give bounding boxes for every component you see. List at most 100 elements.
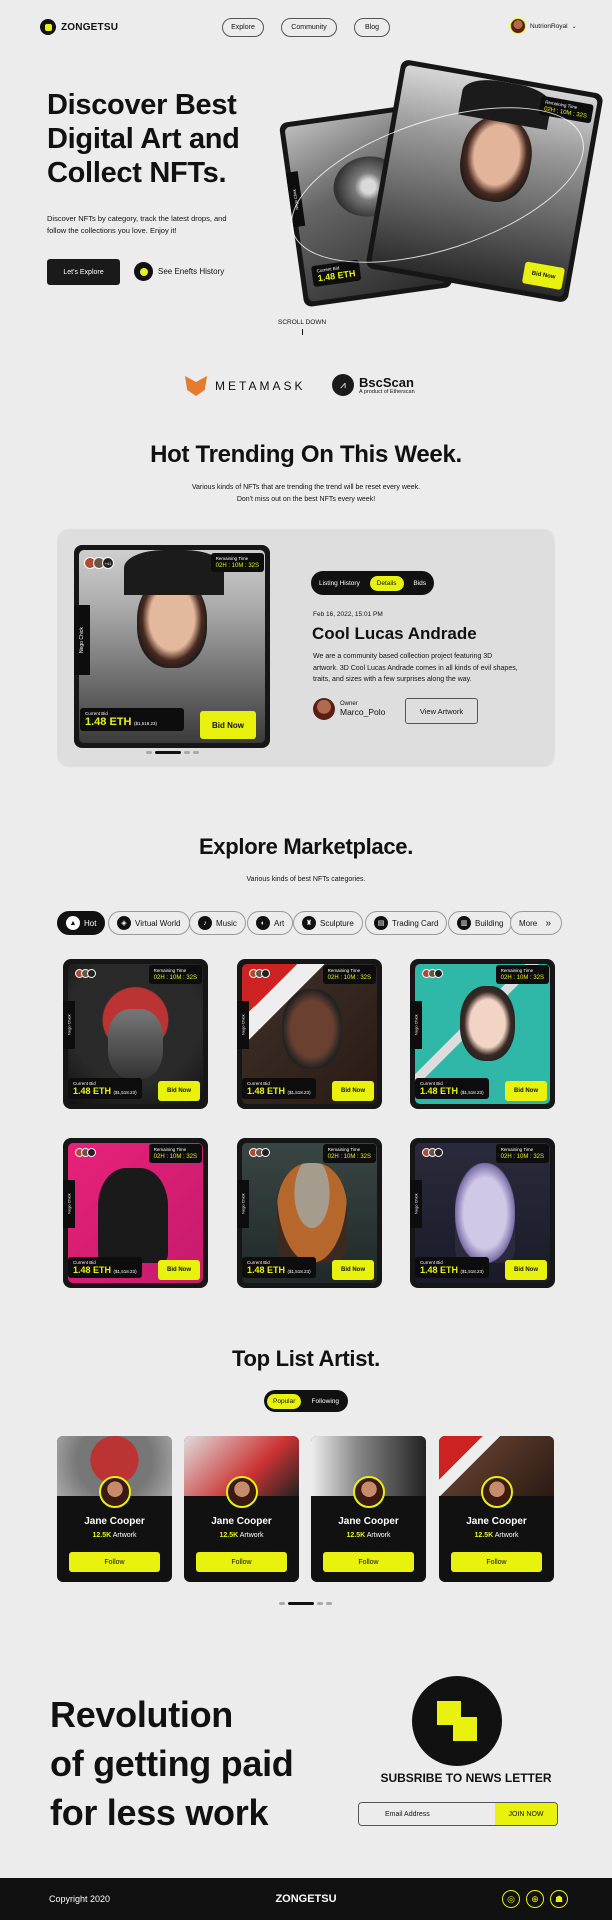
category-more[interactable]: More » xyxy=(510,911,563,935)
bid-now-button[interactable]: Bid Now xyxy=(200,711,256,739)
newsletter-headline: Revolution of getting paid for less work xyxy=(50,1690,294,1837)
tab-listing-history[interactable]: Listing History xyxy=(315,580,364,587)
tab-bids[interactable]: Bids xyxy=(409,580,430,587)
tab-following[interactable]: Following xyxy=(306,1398,345,1405)
artist-stats: 12.5K Artwork xyxy=(439,1532,554,1539)
category-virtual-world[interactable]: ◈ Virtual World xyxy=(108,911,190,935)
scroll-down[interactable]: SCROLL DOWN xyxy=(278,318,326,335)
nft-card[interactable]: Remaining Time 02H : 10M : 32S Nego Chick… xyxy=(237,1138,382,1288)
brand-logo[interactable]: ZONGETSU xyxy=(40,19,118,35)
trending-sub-line: Don't miss out on the best NFTs every we… xyxy=(236,496,376,503)
user-name: NutrionRoyal xyxy=(530,22,568,30)
artist-card[interactable]: Jane Cooper 12.5K Artwork Follow xyxy=(184,1436,299,1582)
follow-button[interactable]: Follow xyxy=(323,1552,414,1572)
hero-desc-line: Discover NFTs by category, track the lat… xyxy=(47,214,227,223)
bid-amount: 1.48 ETH xyxy=(73,1265,112,1275)
bid-usd: ($1,518.23) xyxy=(287,1090,311,1095)
artist-card[interactable]: Jane Cooper 12.5K Artwork Follow xyxy=(311,1436,426,1582)
hero-description: Discover NFTs by category, track the lat… xyxy=(47,213,227,237)
category-art[interactable]: ◐ Art xyxy=(247,911,294,935)
avatar-count: +41 xyxy=(102,557,114,569)
current-bid: Current Bid 1.48 ETH ($1,518.23) xyxy=(80,708,184,731)
nft-card[interactable]: Remaining Time 02H : 10M : 32S Nego Chick… xyxy=(410,959,555,1109)
nft-card[interactable]: Remaining Time 02H : 10M : 32S Nego Chick… xyxy=(63,1138,208,1288)
remaining-value: 02H : 10M : 32S xyxy=(327,1154,371,1160)
building-icon: ▥ xyxy=(457,916,471,930)
carousel-dots[interactable] xyxy=(279,1602,332,1605)
artist-unit: Artwork xyxy=(112,1532,137,1539)
scroll-indicator xyxy=(301,329,303,335)
nft-card[interactable]: Remaining Time 02H : 10M : 32S Nego Chick… xyxy=(237,959,382,1109)
bid-value: 1.48 ETH ($1,518.23) xyxy=(73,1265,137,1275)
bid-now-button[interactable]: Bid Now xyxy=(158,1081,200,1101)
remaining-label: Remaining Time xyxy=(215,556,249,561)
bid-now-button[interactable]: Bid Now xyxy=(332,1260,374,1280)
history-link[interactable]: See Enefts History xyxy=(134,262,224,281)
listing-desc-line: We are a community based collection proj… xyxy=(313,653,493,660)
bscscan-sub: A product of Etherscan xyxy=(359,388,415,395)
follow-button[interactable]: Follow xyxy=(69,1552,160,1572)
carousel-dots[interactable] xyxy=(146,751,199,754)
bid-now-button[interactable]: Bid Now xyxy=(332,1081,374,1101)
tab-popular[interactable]: Popular xyxy=(267,1393,302,1409)
artist-card[interactable]: Jane Cooper 12.5K Artwork Follow xyxy=(57,1436,172,1582)
category-hot[interactable]: ▲ Hot xyxy=(57,911,106,935)
remaining-label: Remaining Time xyxy=(500,1147,534,1152)
category-trading-card[interactable]: ▤ Trading Card xyxy=(365,911,448,935)
remaining-time: Remaining Time 02H : 10M : 32S xyxy=(495,1144,549,1163)
nav-community[interactable]: Community xyxy=(281,18,337,37)
join-button[interactable]: JOIN NOW xyxy=(495,1803,557,1825)
artist-count: 12.5K xyxy=(219,1532,239,1539)
category-music[interactable]: ♪ Music xyxy=(189,911,246,935)
artist-count: 12.5K xyxy=(92,1532,112,1539)
trending-sub-line: Various kinds of NFTs that are trending … xyxy=(191,484,421,491)
remaining-label: Remaining Time xyxy=(500,968,534,973)
headline-line: for less work xyxy=(50,1792,269,1833)
explore-button[interactable]: Let's Explore xyxy=(47,259,120,285)
nav-blog[interactable]: Blog xyxy=(354,18,390,37)
trending-subtitle: Various kinds of NFTs that are trending … xyxy=(0,482,612,506)
bid-value: 1.48 ETH ($1,518.23) xyxy=(247,1265,311,1275)
artist-stats: 12.5K Artwork xyxy=(311,1532,426,1539)
artist-card[interactable]: Jane Cooper 12.5K Artwork Follow xyxy=(439,1436,554,1582)
tab-details[interactable]: Details xyxy=(369,575,404,591)
card-side-tag: Nego Chick xyxy=(237,1180,249,1228)
follow-button[interactable]: Follow xyxy=(451,1552,542,1572)
avatar xyxy=(353,1476,385,1508)
card-side-tag: Nego Chick xyxy=(237,1001,249,1049)
dribbble-icon[interactable]: ⊕ xyxy=(526,1890,544,1908)
nft-card[interactable]: Remaining Time 02H : 10M : 32S Nego Chick… xyxy=(410,1138,555,1288)
email-input[interactable]: Email Address xyxy=(359,1803,495,1825)
snapchat-icon[interactable]: ☗ xyxy=(550,1890,568,1908)
user-menu[interactable]: NutrionRoyal ⌄ xyxy=(510,18,577,34)
remaining-time: Remaining Time 02H : 10M : 32S xyxy=(322,1144,376,1163)
bid-value: 1.48 ETH ($1,518.23) xyxy=(73,1086,137,1096)
artist-name: Jane Cooper xyxy=(338,1516,399,1527)
trending-card[interactable]: +41 Remaining Time 02H : 10M : 32S Nego … xyxy=(74,545,270,748)
fire-icon: ▲ xyxy=(66,916,80,930)
hero-title: Discover Best Digital Art and Collect NF… xyxy=(47,88,240,190)
category-sculpture[interactable]: ♜ Sculpture xyxy=(293,911,363,935)
view-artwork-button[interactable]: View Artwork xyxy=(405,698,478,724)
email-field[interactable]: Email Address JOIN NOW xyxy=(358,1802,558,1826)
brand-name: ZONGETSU xyxy=(61,21,119,33)
owner-info[interactable]: Owner Marco_Polo xyxy=(313,698,385,720)
remaining-value: 02H : 10M : 32S xyxy=(153,975,197,981)
nft-card[interactable]: Remaining Time 02H : 10M : 32S Nego Chick… xyxy=(63,959,208,1109)
card-side-tag: Nego Chick xyxy=(63,1180,75,1228)
bid-amount: 1.48 ETH xyxy=(420,1265,459,1275)
bid-value: 1.48 ETH ($1,518.23) xyxy=(420,1086,484,1096)
instagram-icon[interactable]: ◎ xyxy=(502,1890,520,1908)
category-building[interactable]: ▥ Building xyxy=(448,911,513,935)
headline-line: of getting paid xyxy=(50,1743,294,1784)
bid-now-button[interactable]: Bid Now xyxy=(158,1260,200,1280)
card-side-tag: Nego Chick xyxy=(410,1001,422,1049)
bid-now-button[interactable]: Bid Now xyxy=(505,1081,547,1101)
metamask-logo: METAMASK xyxy=(185,376,305,396)
artists-title: Top List Artist. xyxy=(232,1346,380,1371)
artist-name: Jane Cooper xyxy=(466,1516,527,1527)
nav-explore[interactable]: Explore xyxy=(222,18,264,37)
music-icon: ♪ xyxy=(198,916,212,930)
follow-button[interactable]: Follow xyxy=(196,1552,287,1572)
bid-now-button[interactable]: Bid Now xyxy=(505,1260,547,1280)
